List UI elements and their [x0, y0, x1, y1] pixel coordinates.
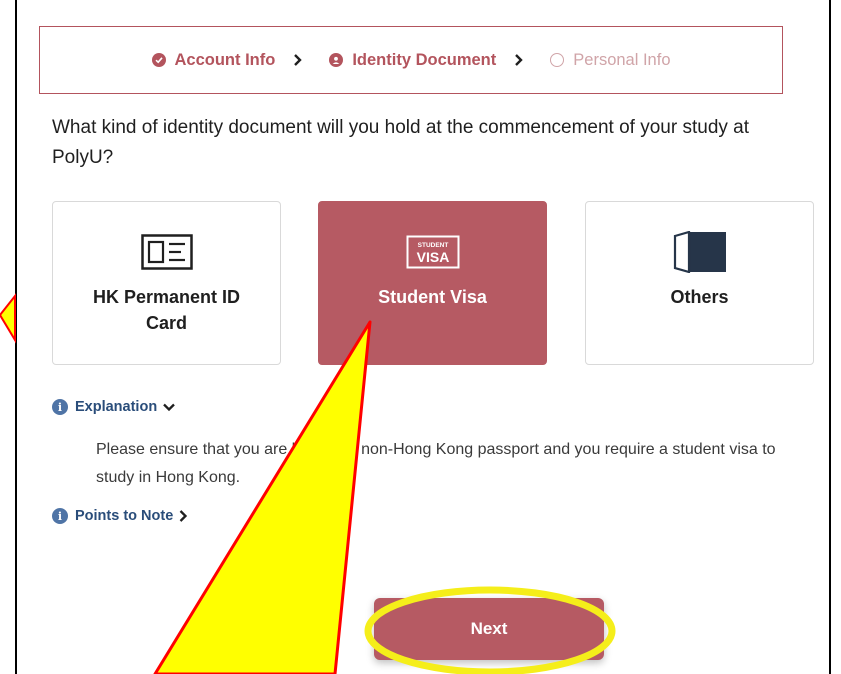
- info-icon: i: [52, 399, 68, 415]
- chevron-right-icon: [514, 54, 524, 66]
- option-hk-permanent-id-card[interactable]: HK Permanent ID Card: [52, 201, 281, 365]
- empty-circle-icon: [550, 53, 565, 67]
- option-label: Others: [670, 287, 729, 307]
- step-account-info: Account Info: [151, 50, 276, 70]
- points-to-note-toggle[interactable]: i Points to Note: [52, 508, 188, 524]
- chevron-right-icon: [293, 54, 303, 66]
- points-to-note-label: Points to Note: [75, 508, 174, 524]
- step-personal-info: Personal Info: [550, 50, 671, 70]
- option-others[interactable]: Others: [585, 201, 814, 365]
- identity-question: What kind of identity document will you …: [52, 117, 750, 168]
- step-identity-document: Identity Document: [329, 51, 496, 70]
- svg-text:VISA: VISA: [416, 249, 449, 265]
- option-label: Student Visa: [378, 287, 487, 307]
- chevron-down-icon: [163, 403, 176, 412]
- passport-book-icon: [673, 231, 727, 273]
- user-circle-icon: [329, 53, 344, 67]
- svg-text:STUDENT: STUDENT: [417, 242, 448, 249]
- chevron-right-icon: [179, 510, 188, 522]
- step-label: Account Info: [174, 50, 276, 69]
- explanation-text: Please ensure that you are holding a non…: [96, 441, 776, 486]
- explanation-label: Explanation: [75, 399, 158, 415]
- option-label: HK Permanent ID Card: [92, 287, 241, 333]
- explanation-toggle[interactable]: i Explanation: [52, 399, 176, 415]
- student-visa-icon: STUDENT VISA: [406, 234, 460, 270]
- progress-stepper: Account Info Identity Document Personal …: [39, 26, 783, 94]
- option-student-visa[interactable]: STUDENT VISA Student Visa: [318, 201, 547, 365]
- callout-arrow-left-edge: [0, 293, 16, 344]
- info-icon: i: [52, 508, 68, 524]
- id-card-icon: [140, 234, 193, 270]
- step-label: Personal Info: [573, 50, 671, 69]
- step-label: Identity Document: [352, 50, 497, 69]
- next-button[interactable]: Next: [374, 598, 604, 660]
- check-circle-icon: [151, 53, 166, 67]
